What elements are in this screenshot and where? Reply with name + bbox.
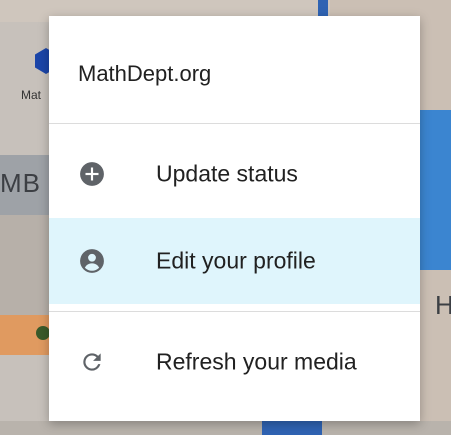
background-label-h: H: [435, 290, 451, 320]
menu-item-label: Edit your profile: [156, 247, 316, 274]
menu-item-label: Refresh your media: [156, 348, 357, 375]
menu-header: MathDept.org: [49, 16, 420, 124]
menu-item-update-status[interactable]: Update status: [49, 131, 420, 217]
refresh-icon: [79, 349, 105, 375]
background-bottom-bar: [0, 421, 451, 435]
add-circle-icon: [79, 161, 105, 187]
background-label-ma: Mat: [21, 88, 42, 102]
menu-item-label: Update status: [156, 160, 298, 187]
background-gray-lower: [0, 215, 50, 315]
menu-item-refresh-media[interactable]: Refresh your media: [49, 319, 420, 405]
menu-title: MathDept.org: [78, 61, 212, 86]
background-bottom-blue: [262, 421, 322, 435]
account-menu: MathDept.org Update status Edit your pro…: [49, 16, 420, 421]
background-dot-icon: [36, 326, 50, 340]
menu-divider: [49, 311, 420, 312]
background-label-mb: MB: [0, 168, 41, 198]
menu-item-edit-profile[interactable]: Edit your profile: [49, 218, 420, 304]
account-circle-icon: [79, 248, 105, 274]
